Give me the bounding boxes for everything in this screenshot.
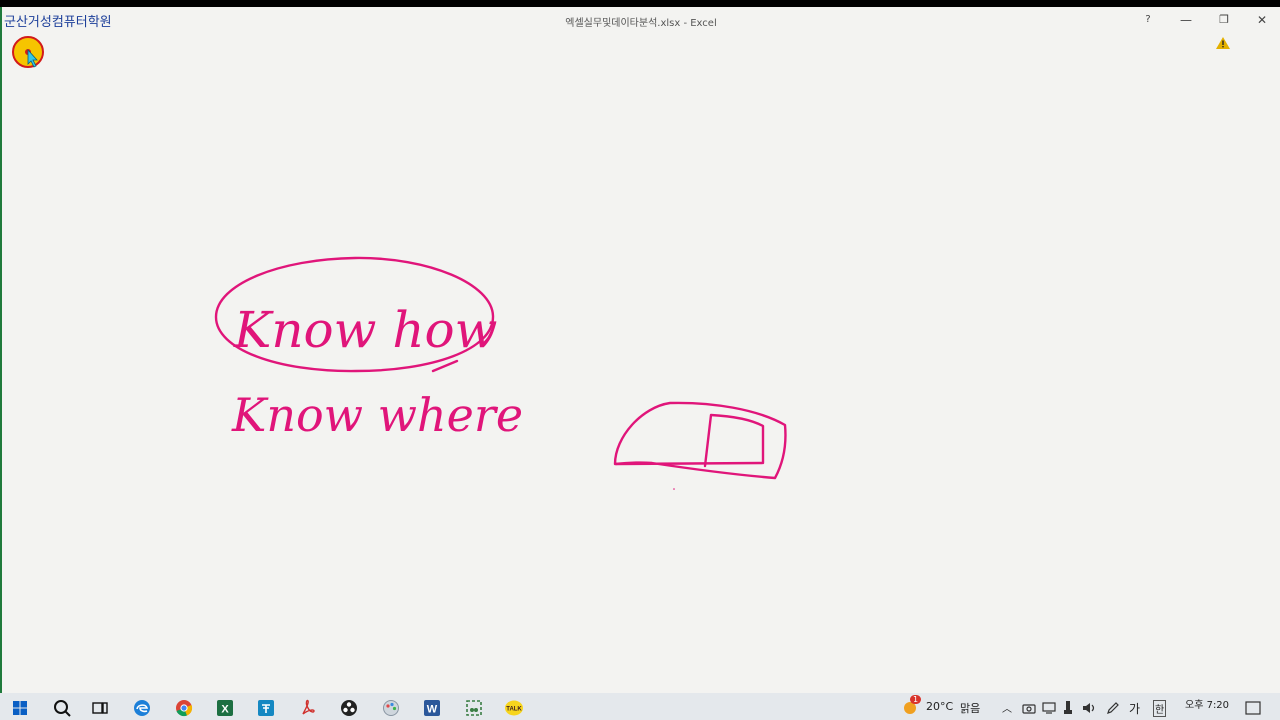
taskbar: X W TALK 1 20°C 맑음 ︿ 가 한 오후 7:20 [0,693,1280,720]
excel-window: 군산거성컴퓨터학원 엑셀실무및데이타분석.xlsx - Excel ? — ❐ … [0,7,1280,693]
excel-app[interactable]: X [214,697,236,719]
ink-car-window [703,413,765,468]
notification-center-icon[interactable] [1245,701,1261,715]
handwriting-know-where: Know where [231,388,523,442]
svg-text:W: W [427,704,438,716]
pen-icon[interactable] [1106,701,1120,715]
search-icon [54,700,71,717]
usb-icon[interactable] [1063,701,1073,715]
word-app[interactable]: W [421,697,443,719]
obs-icon [341,700,357,716]
word-icon: W [424,700,440,716]
snip-app[interactable] [463,697,485,719]
ink-car-base [614,461,764,466]
pdf-app[interactable] [297,697,319,719]
edge-app[interactable] [131,697,153,719]
tray-chevron-up-icon[interactable]: ︿ [1002,700,1012,715]
weather-desc[interactable]: 맑음 [960,700,980,716]
kakaotalk-icon: TALK [505,700,523,716]
notification-badge: 1 [910,695,922,704]
monitor-icon[interactable] [1042,702,1056,714]
svg-text:TALK: TALK [506,707,522,713]
start-button[interactable] [9,697,31,719]
ime-language[interactable]: 가 [1129,700,1140,717]
pdf-icon [302,699,315,715]
store-icon [258,700,274,716]
chrome-app[interactable] [173,697,195,719]
task-view-icon [92,702,108,714]
desktop-screen: 군산거성컴퓨터학원 엑셀실무및데이타분석.xlsx - Excel ? — ❐ … [0,0,1280,720]
handwriting-know-how: Know how [233,301,497,359]
snip-icon [466,700,482,716]
camera-icon[interactable] [1022,702,1036,714]
store-app[interactable] [255,697,277,719]
ink-dot [673,488,675,490]
excel-icon: X [217,700,233,716]
svg-text:X: X [221,704,229,716]
ink-car-outline [613,401,787,480]
paint-icon [383,700,399,716]
weather-temp[interactable]: 20°C [926,700,953,713]
speaker-icon[interactable] [1082,701,1096,715]
windows-logo-icon [13,701,27,715]
ime-mode[interactable]: 한 [1153,700,1167,717]
chrome-icon [176,700,193,717]
edge-icon [134,700,150,716]
search-button[interactable] [51,697,73,719]
obs-app[interactable] [338,697,360,719]
kakaotalk-app[interactable]: TALK [503,697,525,719]
paint-app[interactable] [380,697,402,719]
task-view-button[interactable] [89,697,111,719]
whiteboard-canvas: Know how Know where [214,256,787,490]
clock[interactable]: 오후 7:20 [1185,696,1229,711]
